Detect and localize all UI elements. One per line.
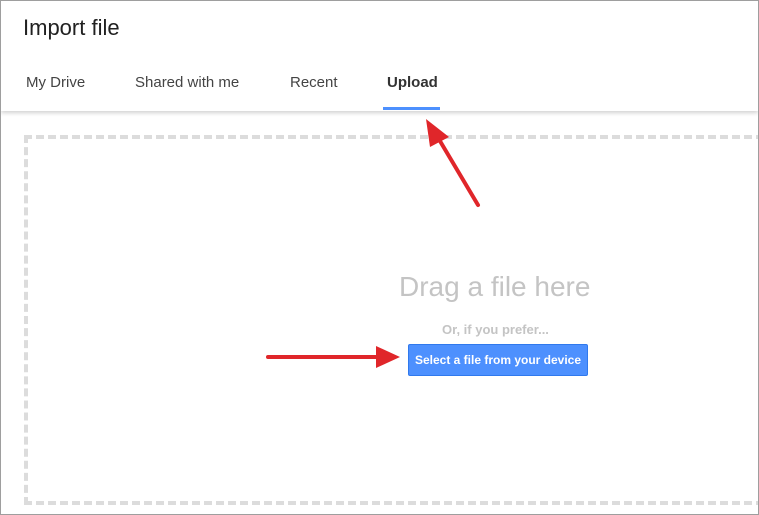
upload-drop-zone[interactable] — [24, 135, 758, 505]
import-file-dialog: Import file My Drive Shared with me Rece… — [0, 0, 759, 515]
tab-shared-with-me[interactable]: Shared with me — [135, 71, 239, 111]
tab-my-drive[interactable]: My Drive — [26, 71, 85, 111]
selected-tab-indicator — [383, 107, 440, 110]
tab-recent[interactable]: Recent — [290, 71, 338, 111]
or-if-you-prefer-text: Or, if you prefer... — [442, 322, 549, 337]
tab-upload[interactable]: Upload — [387, 71, 438, 111]
dialog-title: Import file — [23, 15, 120, 40]
drag-file-here-text: Drag a file here — [399, 271, 591, 302]
dialog-header: Import file My Drive Shared with me Rece… — [1, 1, 758, 111]
select-file-from-device-button[interactable]: Select a file from your device — [408, 344, 588, 376]
